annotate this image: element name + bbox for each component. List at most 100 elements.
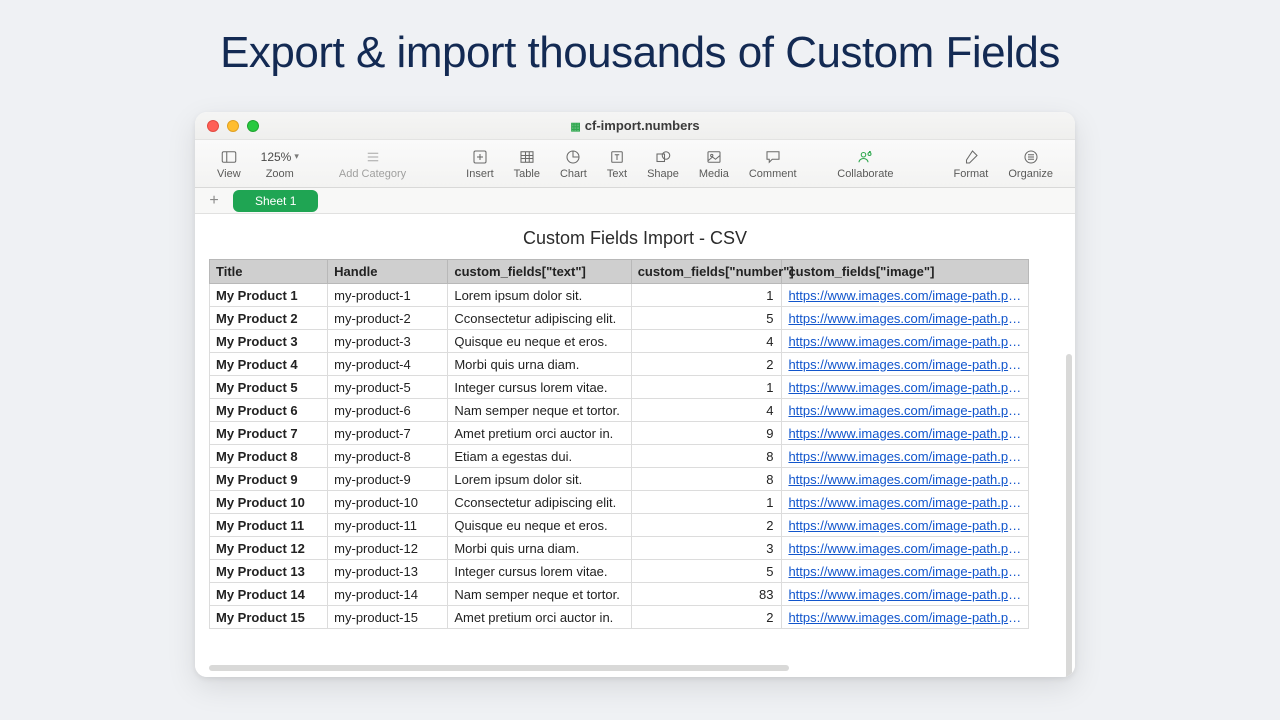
cell-title[interactable]: My Product 15	[210, 606, 328, 629]
add-sheet-button[interactable]: +	[205, 193, 223, 209]
table-row[interactable]: My Product 6my-product-6Nam semper neque…	[210, 399, 1029, 422]
cell-number[interactable]: 1	[631, 284, 782, 307]
table-row[interactable]: My Product 7my-product-7Amet pretium orc…	[210, 422, 1029, 445]
cell-text[interactable]: Etiam a egestas dui.	[448, 445, 631, 468]
window-close-button[interactable]	[207, 120, 219, 132]
cell-number[interactable]: 5	[631, 560, 782, 583]
cell-number[interactable]: 4	[631, 330, 782, 353]
cell-image[interactable]: https://www.images.com/image-path.png	[782, 284, 1029, 307]
cell-image[interactable]: https://www.images.com/image-path.png	[782, 514, 1029, 537]
window-minimize-button[interactable]	[227, 120, 239, 132]
cell-title[interactable]: My Product 6	[210, 399, 328, 422]
cell-number[interactable]: 5	[631, 307, 782, 330]
comment-button[interactable]: Comment	[739, 148, 807, 180]
cell-title[interactable]: My Product 8	[210, 445, 328, 468]
cell-number[interactable]: 4	[631, 399, 782, 422]
cell-handle[interactable]: my-product-5	[328, 376, 448, 399]
cell-image[interactable]: https://www.images.com/image-path.png	[782, 537, 1029, 560]
cell-number[interactable]: 2	[631, 353, 782, 376]
table-row[interactable]: My Product 13my-product-13Integer cursus…	[210, 560, 1029, 583]
cell-image[interactable]: https://www.images.com/image-path.png	[782, 560, 1029, 583]
cell-image[interactable]: https://www.images.com/image-path.png	[782, 330, 1029, 353]
cell-text[interactable]: Nam semper neque et tortor.	[448, 583, 631, 606]
cell-image[interactable]: https://www.images.com/image-path.png	[782, 399, 1029, 422]
table-row[interactable]: My Product 12my-product-12Morbi quis urn…	[210, 537, 1029, 560]
cell-text[interactable]: Integer cursus lorem vitae.	[448, 376, 631, 399]
cell-title[interactable]: My Product 13	[210, 560, 328, 583]
cell-number[interactable]: 1	[631, 376, 782, 399]
cell-handle[interactable]: my-product-3	[328, 330, 448, 353]
sheet-tab[interactable]: Sheet 1	[233, 190, 318, 212]
cell-title[interactable]: My Product 12	[210, 537, 328, 560]
window-zoom-button[interactable]	[247, 120, 259, 132]
cell-number[interactable]: 8	[631, 445, 782, 468]
chart-button[interactable]: Chart	[550, 148, 597, 180]
cell-title[interactable]: My Product 14	[210, 583, 328, 606]
cell-image[interactable]: https://www.images.com/image-path.png	[782, 491, 1029, 514]
col-header-handle[interactable]: Handle	[328, 260, 448, 284]
cell-title[interactable]: My Product 7	[210, 422, 328, 445]
cell-handle[interactable]: my-product-13	[328, 560, 448, 583]
sheet-canvas[interactable]: Custom Fields Import - CSV Title Handle …	[195, 214, 1075, 677]
data-table[interactable]: Title Handle custom_fields["text"] custo…	[209, 259, 1029, 629]
media-button[interactable]: Media	[689, 148, 739, 180]
cell-title[interactable]: My Product 1	[210, 284, 328, 307]
col-header-title[interactable]: Title	[210, 260, 328, 284]
zoom-control[interactable]: 125%▾ Zoom	[251, 148, 309, 180]
cell-image[interactable]: https://www.images.com/image-path.png	[782, 307, 1029, 330]
cell-image[interactable]: https://www.images.com/image-path.png	[782, 583, 1029, 606]
cell-image[interactable]: https://www.images.com/image-path.png	[782, 468, 1029, 491]
cell-image[interactable]: https://www.images.com/image-path.png	[782, 422, 1029, 445]
cell-text[interactable]: Lorem ipsum dolor sit.	[448, 468, 631, 491]
cell-handle[interactable]: my-product-9	[328, 468, 448, 491]
cell-text[interactable]: Amet pretium orci auctor in.	[448, 606, 631, 629]
format-button[interactable]: Format	[944, 148, 999, 180]
cell-title[interactable]: My Product 5	[210, 376, 328, 399]
table-header-row[interactable]: Title Handle custom_fields["text"] custo…	[210, 260, 1029, 284]
table-row[interactable]: My Product 3my-product-3Quisque eu neque…	[210, 330, 1029, 353]
cell-number[interactable]: 8	[631, 468, 782, 491]
cell-handle[interactable]: my-product-7	[328, 422, 448, 445]
cell-image[interactable]: https://www.images.com/image-path.png	[782, 606, 1029, 629]
cell-text[interactable]: Lorem ipsum dolor sit.	[448, 284, 631, 307]
cell-text[interactable]: Cconsectetur adipiscing elit.	[448, 491, 631, 514]
col-header-number[interactable]: custom_fields["number"]	[631, 260, 782, 284]
cell-handle[interactable]: my-product-6	[328, 399, 448, 422]
cell-text[interactable]: Amet pretium orci auctor in.	[448, 422, 631, 445]
cell-image[interactable]: https://www.images.com/image-path.png	[782, 445, 1029, 468]
table-row[interactable]: My Product 9my-product-9Lorem ipsum dolo…	[210, 468, 1029, 491]
table-row[interactable]: My Product 11my-product-11Quisque eu neq…	[210, 514, 1029, 537]
cell-number[interactable]: 83	[631, 583, 782, 606]
cell-handle[interactable]: my-product-2	[328, 307, 448, 330]
cell-text[interactable]: Quisque eu neque et eros.	[448, 330, 631, 353]
cell-handle[interactable]: my-product-15	[328, 606, 448, 629]
collaborate-button[interactable]: Collaborate	[827, 148, 903, 180]
table-row[interactable]: My Product 8my-product-8Etiam a egestas …	[210, 445, 1029, 468]
cell-handle[interactable]: my-product-12	[328, 537, 448, 560]
shape-button[interactable]: Shape	[637, 148, 689, 180]
col-header-image[interactable]: custom_fields["image"]	[782, 260, 1029, 284]
cell-text[interactable]: Cconsectetur adipiscing elit.	[448, 307, 631, 330]
table-row[interactable]: My Product 2my-product-2Cconsectetur adi…	[210, 307, 1029, 330]
table-row[interactable]: My Product 4my-product-4Morbi quis urna …	[210, 353, 1029, 376]
table-row[interactable]: My Product 1my-product-1Lorem ipsum dolo…	[210, 284, 1029, 307]
table-row[interactable]: My Product 14my-product-14Nam semper neq…	[210, 583, 1029, 606]
cell-image[interactable]: https://www.images.com/image-path.png	[782, 353, 1029, 376]
cell-text[interactable]: Morbi quis urna diam.	[448, 537, 631, 560]
table-row[interactable]: My Product 5my-product-5Integer cursus l…	[210, 376, 1029, 399]
cell-title[interactable]: My Product 11	[210, 514, 328, 537]
cell-title[interactable]: My Product 10	[210, 491, 328, 514]
cell-number[interactable]: 1	[631, 491, 782, 514]
cell-title[interactable]: My Product 2	[210, 307, 328, 330]
cell-handle[interactable]: my-product-10	[328, 491, 448, 514]
cell-handle[interactable]: my-product-8	[328, 445, 448, 468]
cell-text[interactable]: Nam semper neque et tortor.	[448, 399, 631, 422]
view-button[interactable]: View	[207, 148, 251, 180]
organize-button[interactable]: Organize	[998, 148, 1063, 180]
cell-handle[interactable]: my-product-14	[328, 583, 448, 606]
table-row[interactable]: My Product 15my-product-15Amet pretium o…	[210, 606, 1029, 629]
vertical-scrollbar[interactable]	[1066, 354, 1072, 677]
cell-handle[interactable]: my-product-11	[328, 514, 448, 537]
cell-number[interactable]: 3	[631, 537, 782, 560]
insert-button[interactable]: Insert	[456, 148, 504, 180]
